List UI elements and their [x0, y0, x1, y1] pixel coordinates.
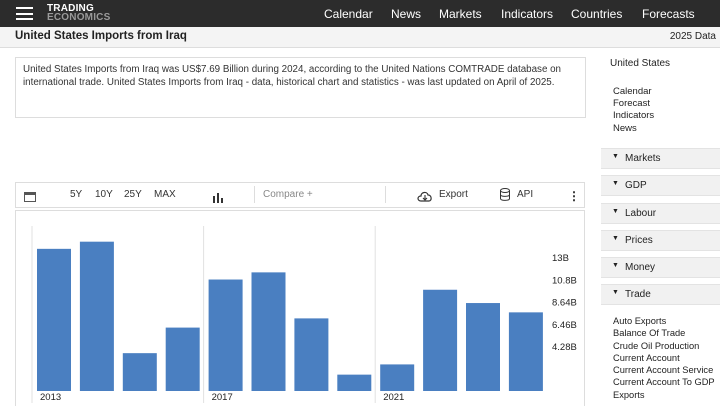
trade-link-balance-of-trade[interactable]: Balance Of Trade — [613, 328, 685, 338]
range-25y[interactable]: 25Y — [124, 189, 142, 200]
bar-2022[interactable] — [423, 289, 458, 391]
sidebar-section-trade[interactable]: ▼ Trade — [601, 284, 720, 305]
x-tick-label: 2013 — [40, 392, 61, 403]
sidebar-section-labour[interactable]: ▼ Labour — [601, 203, 720, 224]
bar-2021[interactable] — [380, 364, 415, 391]
bar-2019[interactable] — [294, 318, 329, 391]
description-box: United States Imports from Iraq was US$7… — [15, 57, 586, 118]
more-options-icon[interactable]: ⋮ — [568, 189, 580, 203]
chart-container: 4.28B 6.46B 8.64B 10.8B 13B 2013 2017 2021 — [15, 210, 585, 406]
y-tick-label: 4.28B — [552, 342, 577, 353]
main-nav: Calendar News Markets Indicators Countri… — [0, 0, 720, 27]
api-button[interactable]: API — [517, 189, 533, 200]
nav-forecasts[interactable]: Forecasts — [642, 7, 695, 21]
sidebar-country-title[interactable]: United States — [610, 58, 670, 69]
sidebar-section-prices[interactable]: ▼ Prices — [601, 230, 720, 251]
sidebar: United States Calendar Forecast Indicato… — [601, 50, 720, 405]
bar-chart: 4.28B 6.46B 8.64B 10.8B 13B 2013 2017 2021 — [31, 226, 577, 403]
range-5y[interactable]: 5Y — [70, 189, 82, 200]
caret-down-icon: ▼ — [612, 235, 619, 242]
page-title: United States Imports from Iraq — [15, 30, 187, 42]
nav-news[interactable]: News — [391, 7, 421, 21]
nav-calendar[interactable]: Calendar — [324, 7, 373, 21]
nav-indicators[interactable]: Indicators — [501, 7, 553, 21]
range-max[interactable]: MAX — [154, 189, 176, 200]
bar-2015[interactable] — [122, 353, 157, 391]
y-tick-label: 8.64B — [552, 298, 577, 309]
y-tick-label: 13B — [552, 253, 569, 264]
trade-link-current-account-service[interactable]: Current Account Service — [613, 365, 713, 375]
bar-2018[interactable] — [251, 272, 286, 391]
sidebar-link-forecast[interactable]: Forecast — [613, 98, 650, 109]
trade-link-crude-oil-production[interactable]: Crude Oil Production — [613, 341, 699, 351]
sidebar-link-news[interactable]: News — [613, 123, 637, 134]
sidebar-section-gdp[interactable]: ▼ GDP — [601, 175, 720, 196]
nav-countries[interactable]: Countries — [571, 7, 622, 21]
x-tick-label: 2017 — [212, 392, 233, 403]
caret-down-icon: ▼ — [612, 262, 619, 269]
cloud-download-icon[interactable] — [417, 189, 433, 207]
bar-2023[interactable] — [466, 303, 500, 391]
export-button[interactable]: Export — [439, 189, 468, 200]
trade-link-exports[interactable]: Exports — [613, 390, 645, 400]
sidebar-link-calendar[interactable]: Calendar — [613, 86, 652, 97]
bar-2014[interactable] — [79, 241, 114, 391]
caret-down-icon: ▼ — [612, 153, 619, 160]
trade-link-current-account-to-gdp[interactable]: Current Account To GDP — [613, 377, 715, 387]
bar-2020[interactable] — [337, 374, 372, 391]
nav-markets[interactable]: Markets — [439, 7, 482, 21]
bar-2016[interactable] — [165, 327, 200, 391]
bar-2013[interactable] — [37, 248, 71, 391]
trade-link-current-account[interactable]: Current Account — [613, 353, 680, 363]
y-tick-label: 6.46B — [552, 320, 577, 331]
calendar-icon[interactable] — [24, 189, 36, 207]
bar-2017[interactable] — [208, 279, 243, 391]
trade-link-auto-exports[interactable]: Auto Exports — [613, 316, 666, 326]
top-navbar: TRADING ECONOMICS Calendar News Markets … — [0, 0, 720, 27]
caret-down-icon: ▼ — [612, 208, 619, 215]
caret-down-icon: ▼ — [612, 289, 619, 296]
x-tick-label: 2021 — [383, 392, 404, 403]
chart-toolbar: 5Y 10Y 25Y MAX Compare + Export API ⋮ — [15, 182, 585, 208]
y-tick-label: 10.8B — [552, 276, 577, 287]
sidebar-section-money[interactable]: ▼ Money — [601, 257, 720, 278]
title-bar: United States Imports from Iraq 2025 Dat… — [0, 27, 720, 48]
chart-type-icon[interactable] — [213, 190, 224, 208]
range-10y[interactable]: 10Y — [95, 189, 113, 200]
compare-input[interactable]: Compare + — [254, 186, 386, 203]
sidebar-section-markets[interactable]: ▼ Markets — [601, 148, 720, 169]
data-year-label: 2025 Data — [669, 31, 716, 42]
sidebar-link-indicators[interactable]: Indicators — [613, 110, 654, 121]
bar-2024[interactable] — [508, 312, 543, 391]
caret-down-icon: ▼ — [612, 180, 619, 187]
database-icon[interactable] — [500, 188, 510, 206]
description-text: United States Imports from Iraq was US$7… — [23, 64, 562, 88]
